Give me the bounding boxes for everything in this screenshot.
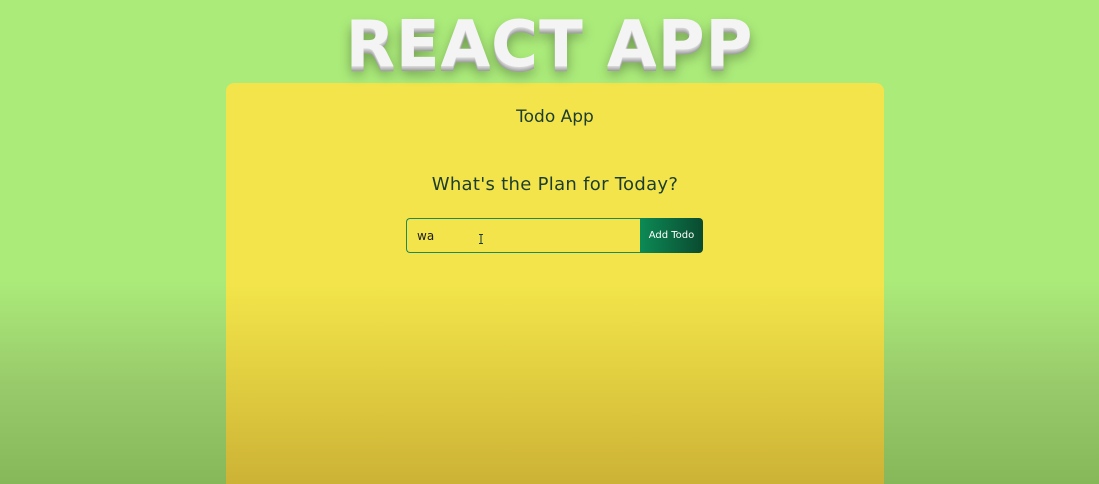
todo-input[interactable]	[406, 218, 640, 253]
todo-form: Add Todo	[406, 218, 703, 253]
add-todo-button[interactable]: Add Todo	[640, 218, 703, 253]
banner-title: REACT APP	[345, 8, 754, 82]
app-title: Todo App	[516, 107, 594, 127]
plan-heading: What's the Plan for Today?	[431, 174, 679, 195]
todo-app-card: Todo App What's the Plan for Today? Add …	[226, 83, 884, 484]
text-cursor-icon	[479, 234, 483, 244]
